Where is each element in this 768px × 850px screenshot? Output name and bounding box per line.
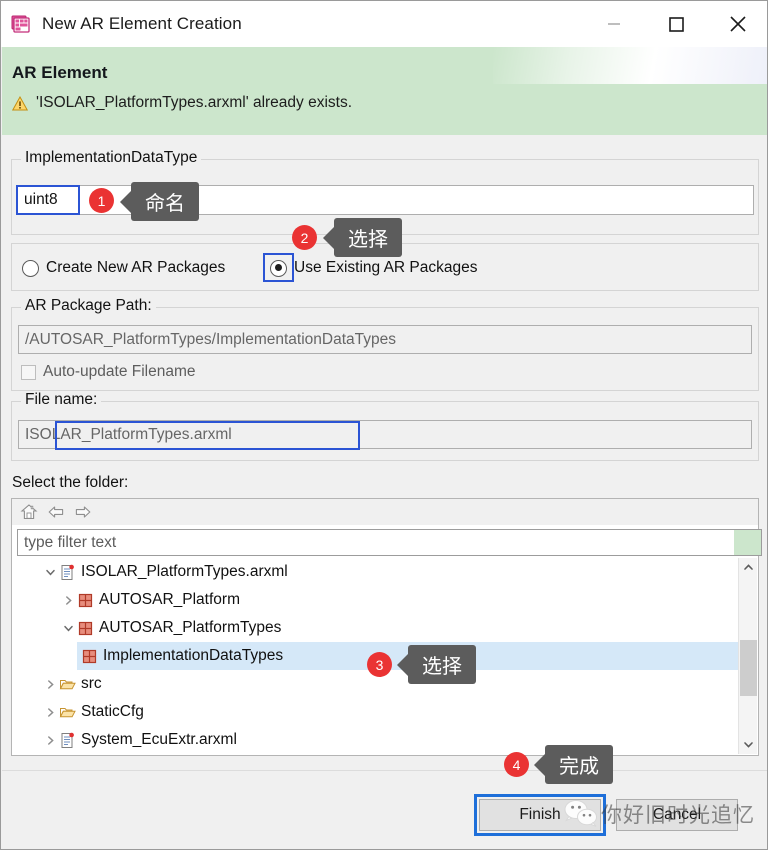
annotation-callout-4: 完成 bbox=[545, 745, 613, 784]
ar-package-icon bbox=[77, 620, 94, 637]
radio-use-existing-label: Use Existing AR Packages bbox=[294, 259, 478, 277]
file-name-legend: File name: bbox=[21, 391, 101, 409]
watermark-text: 你好旧时光追忆 bbox=[601, 799, 755, 829]
window-controls bbox=[583, 1, 768, 47]
tree-row-label: AUTOSAR_Platform bbox=[99, 591, 240, 609]
radio-create-new-label: Create New AR Packages bbox=[46, 259, 225, 277]
twisty-collapsed-icon[interactable] bbox=[41, 735, 59, 746]
wechat-logo bbox=[563, 798, 599, 828]
home-icon[interactable] bbox=[20, 503, 38, 521]
page-title: AR Element bbox=[12, 63, 107, 83]
annotation-badge-4: 4 bbox=[504, 752, 529, 777]
annotation-badge-2: 2 bbox=[292, 225, 317, 250]
message-row: 'ISOLAR_PlatformTypes.arxml' already exi… bbox=[12, 94, 352, 112]
ar-package-icon bbox=[81, 648, 98, 665]
annotation-callout-4-text: 完成 bbox=[559, 750, 599, 779]
close-icon[interactable] bbox=[707, 1, 768, 47]
tree-row[interactable]: AUTOSAR_Platform bbox=[13, 586, 740, 614]
annotation-callout-1-text: 命名 bbox=[145, 187, 185, 216]
scroll-down-icon[interactable] bbox=[739, 735, 758, 754]
tree-row-label: src bbox=[81, 675, 102, 693]
tree-row-label: AUTOSAR_PlatformTypes bbox=[99, 619, 281, 637]
radio-use-existing-ar-packages[interactable]: Use Existing AR Packages bbox=[270, 259, 478, 277]
title-bar: New AR Element Creation bbox=[1, 1, 768, 47]
annotation-callout-3-text: 选择 bbox=[422, 650, 462, 679]
scroll-up-icon[interactable] bbox=[739, 558, 758, 577]
filter-input[interactable]: type filter text bbox=[18, 534, 734, 552]
ar-package-icon bbox=[77, 592, 94, 609]
tree-row[interactable]: AUTOSAR_PlatformTypes bbox=[13, 614, 740, 642]
tree-row[interactable]: ISOLAR_PlatformTypes.arxml bbox=[13, 558, 740, 586]
folder-icon bbox=[59, 704, 76, 721]
back-arrow-icon[interactable] bbox=[47, 503, 65, 521]
tree-scrollbar[interactable] bbox=[738, 558, 757, 754]
tree-row-label: System_EcuExtr.arxml bbox=[81, 731, 237, 749]
tree-row-indent-spacer bbox=[13, 642, 77, 670]
annotation-badge-3: 3 bbox=[367, 652, 392, 677]
message-header: AR Element 'ISOLAR_PlatformTypes.arxml' … bbox=[2, 47, 768, 135]
filter-input-wrapper[interactable]: type filter text bbox=[17, 529, 762, 556]
ar-package-path-input[interactable]: /AUTOSAR_PlatformTypes/ImplementationDat… bbox=[18, 325, 752, 354]
annotation-callout-3: 选择 bbox=[408, 645, 476, 684]
select-folder-label: Select the folder: bbox=[12, 474, 128, 492]
radio-use-existing-indicator[interactable] bbox=[270, 260, 287, 277]
name-input-highlight[interactable]: uint8 bbox=[16, 185, 80, 215]
maximize-icon[interactable] bbox=[645, 1, 707, 47]
ar-package-path-legend: AR Package Path: bbox=[21, 297, 156, 315]
annotation-badge-1: 1 bbox=[89, 188, 114, 213]
auto-update-filename-label: Auto-update Filename bbox=[43, 363, 196, 381]
tree-row[interactable]: System_EcuExtr.arxml bbox=[13, 726, 740, 754]
file-name-input[interactable]: ISOLAR_PlatformTypes.arxml bbox=[18, 420, 752, 449]
scrollbar-thumb[interactable] bbox=[740, 640, 757, 696]
radio-create-new-ar-packages[interactable]: Create New AR Packages bbox=[22, 259, 225, 277]
ar-element-icon bbox=[11, 13, 33, 35]
warning-icon bbox=[12, 96, 28, 111]
callout-tail bbox=[534, 754, 545, 776]
window-title: New AR Element Creation bbox=[42, 14, 242, 34]
twisty-collapsed-icon[interactable] bbox=[59, 595, 77, 606]
annotation-callout-1: 命名 bbox=[131, 182, 199, 221]
tree-row-label: ISOLAR_PlatformTypes.arxml bbox=[81, 563, 288, 581]
twisty-expanded-icon[interactable] bbox=[41, 567, 59, 578]
tree-row[interactable]: StaticCfg bbox=[13, 698, 740, 726]
twisty-expanded-icon[interactable] bbox=[59, 623, 77, 634]
tree-row-label: StaticCfg bbox=[81, 703, 144, 721]
annotation-callout-2: 选择 bbox=[334, 218, 402, 257]
folder-icon bbox=[59, 676, 76, 693]
forward-arrow-icon[interactable] bbox=[74, 503, 92, 521]
callout-tail bbox=[120, 191, 131, 213]
arxml-file-icon bbox=[59, 564, 76, 581]
arxml-file-icon bbox=[59, 732, 76, 749]
twisty-collapsed-icon[interactable] bbox=[41, 679, 59, 690]
twisty-collapsed-icon[interactable] bbox=[41, 707, 59, 718]
auto-update-filename-checkbox[interactable] bbox=[21, 365, 36, 380]
tree-row-label: ImplementationDataTypes bbox=[103, 647, 283, 665]
folder-tree-panel: type filter text bbox=[11, 498, 759, 756]
name-group-legend: ImplementationDataType bbox=[21, 149, 201, 167]
annotation-callout-2-text: 选择 bbox=[348, 223, 388, 252]
filter-clear-button[interactable] bbox=[734, 530, 761, 555]
radio-create-new-indicator[interactable] bbox=[22, 260, 39, 277]
minimize-icon[interactable] bbox=[583, 1, 645, 47]
header-gradient-decoration bbox=[493, 47, 768, 84]
new-ar-element-dialog: New AR Element Creation AR Element bbox=[0, 0, 768, 850]
auto-update-filename-checkbox-row[interactable]: Auto-update Filename bbox=[21, 363, 196, 381]
tree-toolbar bbox=[12, 499, 758, 526]
callout-tail bbox=[397, 654, 408, 676]
callout-tail bbox=[323, 227, 334, 249]
message-text: 'ISOLAR_PlatformTypes.arxml' already exi… bbox=[36, 94, 352, 112]
